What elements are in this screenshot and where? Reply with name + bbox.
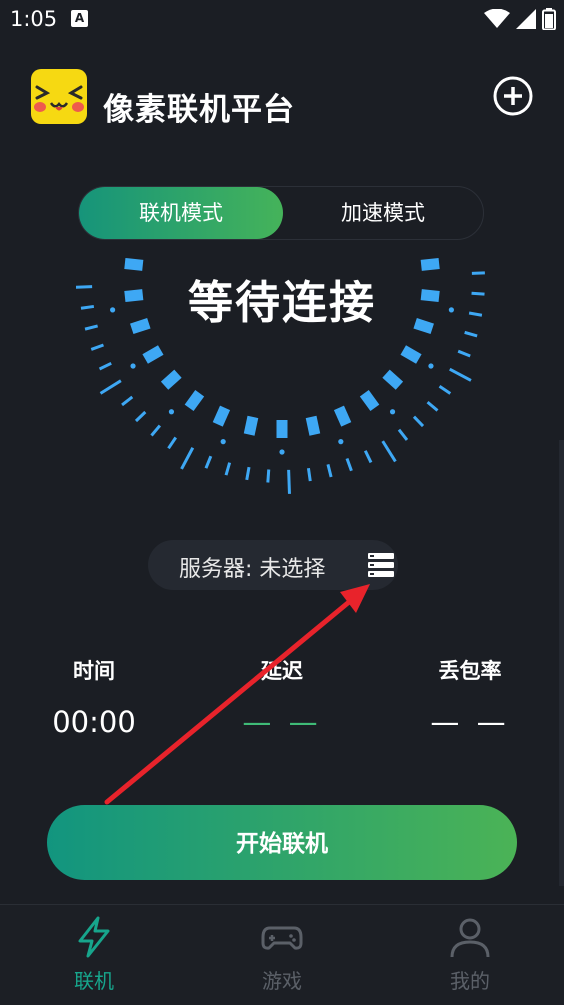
gauge-dash [364,393,375,408]
gauge-tick [440,386,451,393]
wifi-icon [484,9,510,29]
gauge-tick [465,332,477,336]
battery-icon [542,8,556,30]
person-icon [448,915,492,959]
gauge-tick [383,441,396,461]
gauge-tick [399,430,407,440]
gauge-tick [414,417,423,426]
stat-time: 时间 00:00 [19,655,169,745]
stat-time-value: 00:00 [19,705,169,745]
stat-packet-loss-value: — — [395,705,545,745]
gauge-dot [428,363,433,368]
stat-time-label: 时间 [19,655,169,685]
gauge-tick [308,468,310,481]
gauge-dash [145,350,161,359]
gauge-tick [450,369,471,380]
gauge-dash [386,374,399,386]
gauge-dash [339,408,346,424]
server-selector[interactable]: 服务器: 未选择 [148,540,398,590]
server-rack-icon[interactable] [367,551,395,579]
nav-item-games[interactable]: 游戏 [222,915,342,994]
app-header: 像素联机平台 [0,60,564,140]
pikachu-face-icon [31,69,87,124]
status-bar: 1:05 A [0,0,564,40]
gauge-dash [165,374,178,386]
gauge-tick [122,397,132,405]
gauge-tick [428,402,438,410]
stat-latency-label: 延迟 [207,655,357,685]
gauge-dash [189,393,200,408]
gauge-tick [91,345,103,349]
gauge-tick [365,451,371,463]
gauge-status: 等待连接 [0,266,564,331]
gauge-tick [328,464,331,477]
gauge-dot [130,363,135,368]
scrollbar [559,440,564,886]
notification-icon: A [71,10,88,27]
tab-online-mode[interactable]: 联机模式 [79,187,283,239]
gauge-tick [152,426,160,436]
gauge-tick [168,438,175,449]
gauge-dot [279,449,284,454]
gauge-dot [169,409,174,414]
gauge-tick [101,381,121,394]
gauge-tick [458,351,470,356]
signal-icon [516,9,536,29]
gauge-tick [289,470,290,494]
lightning-icon [72,915,116,959]
status-icons [484,8,556,30]
start-connect-button[interactable]: 开始联机 [47,805,517,880]
gauge-dot [221,439,226,444]
gauge-dash [249,417,253,435]
plus-circle-icon[interactable] [492,75,534,117]
nav-label-games: 游戏 [222,965,342,994]
gauge-tick [347,459,351,471]
gauge-dot [390,409,395,414]
nav-label-connect: 联机 [34,965,154,994]
stat-packet-loss: 丢包率 — — [395,655,545,745]
status-time: 1:05 [10,7,57,31]
gauge-dash [403,350,419,359]
gamepad-icon [260,915,304,959]
stat-packet-loss-label: 丢包率 [395,655,545,685]
nav-item-me[interactable]: 我的 [410,915,530,994]
gauge-tick [136,412,145,421]
stat-latency-value: — — [207,705,357,745]
app-title: 像素联机平台 [103,84,295,129]
gauge-tick [100,363,112,369]
gauge-dash [218,408,225,424]
nav-label-me: 我的 [410,965,530,994]
gauge-tick [226,463,230,475]
stat-latency: 延迟 — — [207,655,357,745]
mode-toggle: 联机模式 加速模式 [78,186,484,240]
gauge-tick [268,470,269,483]
server-label: 服务器: 未选择 [179,551,325,583]
gauge-tick [182,448,193,469]
tab-accelerate-mode[interactable]: 加速模式 [283,187,483,239]
gauge-dot [338,439,343,444]
gauge-tick [247,467,249,480]
nav-item-connect[interactable]: 联机 [34,915,154,994]
bottom-nav: 联机 游戏 我的 [0,904,564,1005]
gauge-dash [311,417,315,435]
gauge-tick [206,456,211,468]
